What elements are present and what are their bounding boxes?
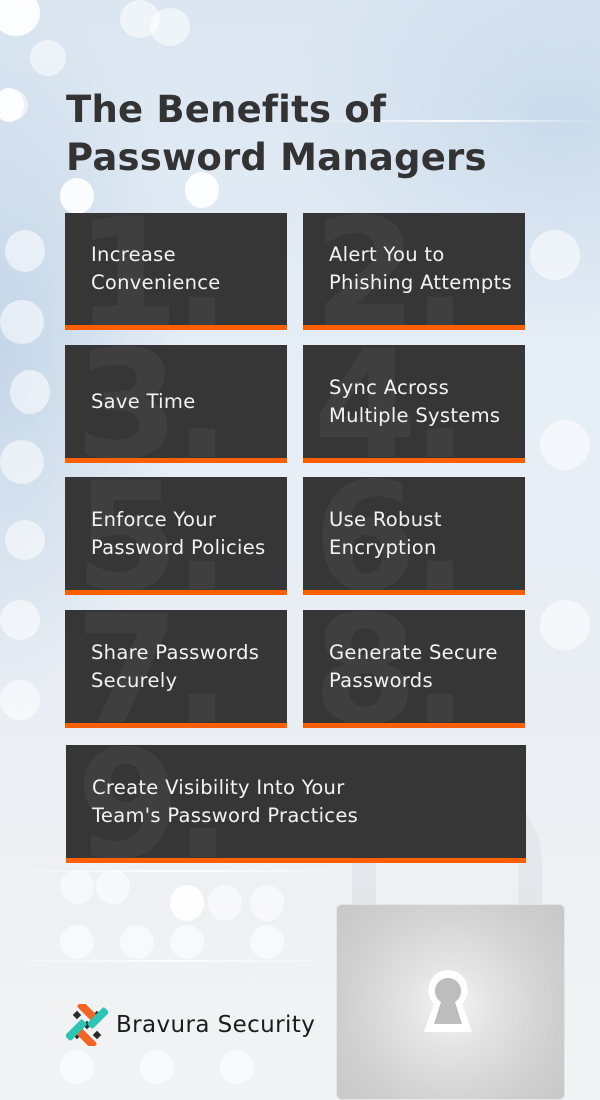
benefit-label-line: Create Visibility Into Your [92, 775, 345, 799]
keyhole-icon [424, 970, 472, 1032]
padlock-keyhole-icon [336, 904, 565, 1100]
benefit-label: Create Visibility Into Your Team's Passw… [92, 774, 516, 830]
benefit-label-line: Password Policies [91, 535, 266, 559]
benefit-label: Alert You to Phishing Attempts [329, 241, 515, 297]
benefit-label-line: Save Time [91, 389, 196, 413]
benefit-label: Sync Across Multiple Systems [329, 374, 515, 430]
benefit-label-line: Enforce Your [91, 507, 217, 531]
benefit-label-line: Alert You to [329, 243, 445, 266]
benefit-card: 3. Save Time [65, 345, 287, 463]
brand-logo: Bravura Security [66, 1003, 315, 1047]
benefit-label-line: Share Passwords [91, 640, 260, 664]
benefit-label: Share Passwords Securely [91, 639, 277, 695]
benefit-card: 9. Create Visibility Into Your Team's Pa… [66, 745, 526, 863]
benefit-label-line: Increase [91, 243, 176, 266]
title-line-2: Password Managers [66, 136, 487, 179]
benefit-label-line: Convenience [91, 271, 221, 294]
benefit-label-line: Use Robust [329, 507, 442, 531]
benefit-label: Increase Convenience [91, 241, 277, 297]
bravura-woven-knot-icon [66, 1004, 108, 1046]
benefit-card: 6. Use Robust Encryption [303, 477, 525, 595]
benefit-label-line: Team's Password Practices [92, 803, 359, 827]
benefit-card: 5. Enforce Your Password Policies [65, 477, 287, 595]
benefit-label: Save Time [91, 388, 277, 416]
benefit-label-line: Securely [91, 668, 178, 692]
benefit-card: 4. Sync Across Multiple Systems [303, 345, 525, 463]
benefit-card: 8. Generate Secure Passwords [303, 610, 525, 728]
benefit-label-line: Sync Across [329, 375, 450, 399]
benefit-card: 1. Increase Convenience [65, 213, 287, 330]
page-title: The Benefits of Password Managers [66, 86, 487, 182]
benefit-label-line: Generate Secure [329, 640, 498, 664]
benefit-card: 2. Alert You to Phishing Attempts [303, 213, 525, 330]
benefit-label: Use Robust Encryption [329, 506, 515, 562]
benefit-label: Generate Secure Passwords [329, 639, 515, 695]
benefit-card: 7. Share Passwords Securely [65, 610, 287, 728]
benefit-label-line: Multiple Systems [329, 403, 501, 427]
brand-name: Bravura Security [116, 1012, 316, 1038]
benefit-label-line: Encryption [329, 535, 437, 559]
title-line-1: The Benefits of [66, 88, 387, 131]
benefit-label-line: Phishing Attempts [329, 271, 512, 294]
benefit-label: Enforce Your Password Policies [91, 506, 277, 562]
benefit-label-line: Passwords [329, 668, 433, 692]
